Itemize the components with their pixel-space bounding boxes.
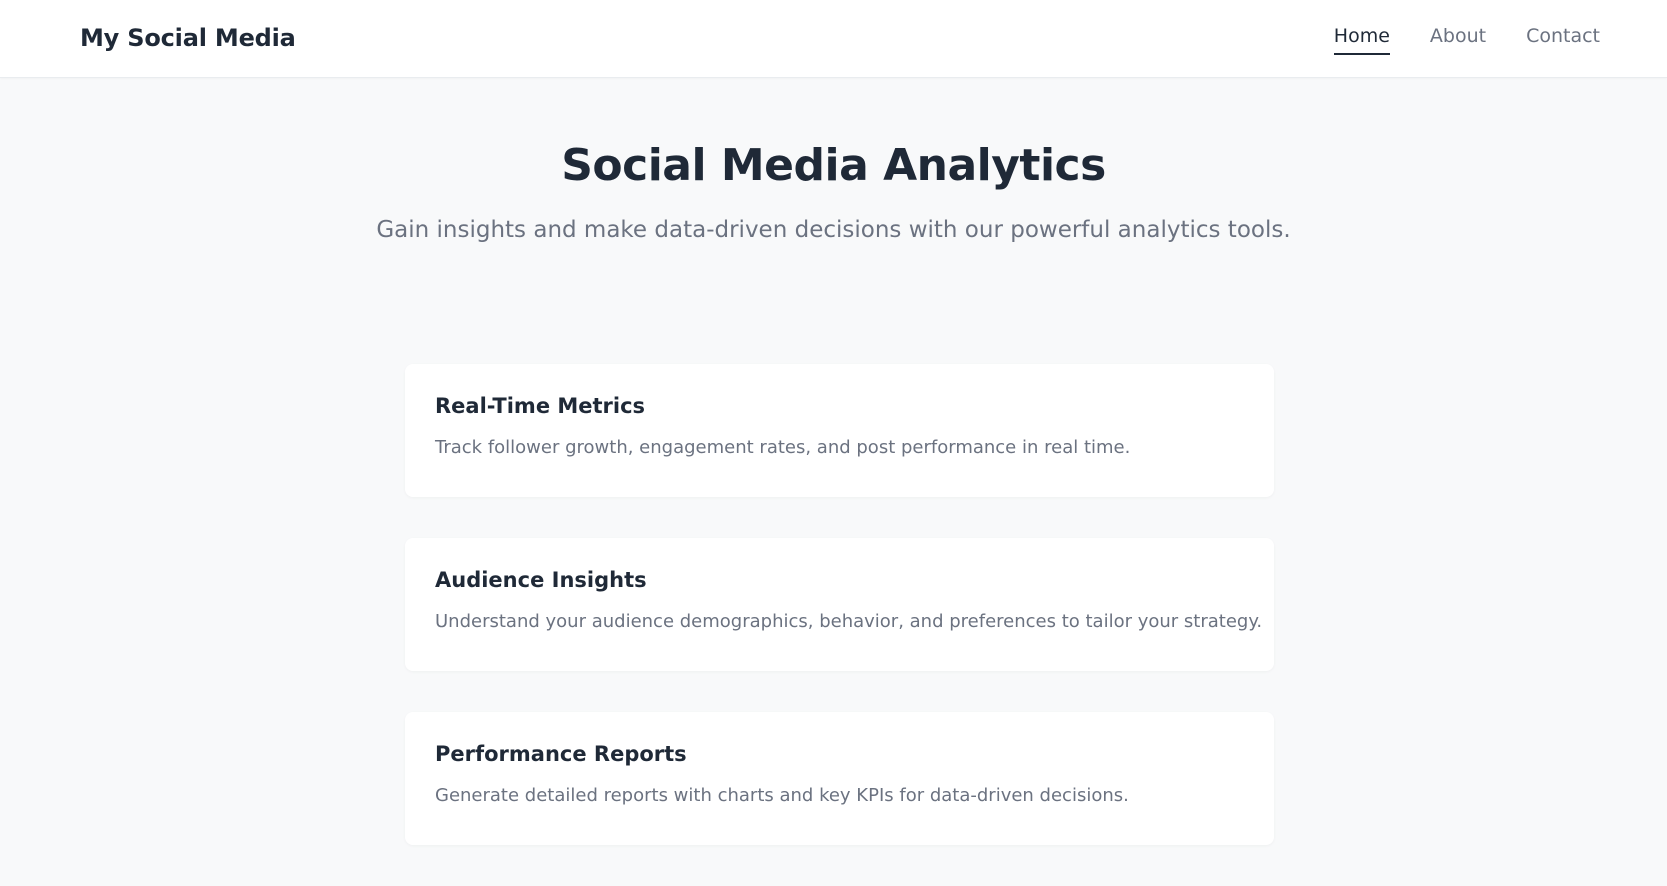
feature-card-title: Real-Time Metrics — [435, 394, 646, 418]
page-title: Social Media Analytics — [561, 140, 1106, 191]
feature-card-audience-insights: Audience Insights Understand your audien… — [405, 538, 1274, 671]
feature-card-performance-reports: Performance Reports Generate detailed re… — [405, 712, 1274, 845]
feature-card-description: Generate detailed reports with charts an… — [435, 785, 1129, 806]
brand-logo-text[interactable]: My Social Media — [80, 24, 296, 52]
hero-section: Social Media Analytics Gain insights and… — [0, 140, 1667, 243]
main-nav: Home About Contact — [1333, 26, 1600, 55]
feature-card-description: Understand your audience demographics, b… — [435, 611, 1263, 632]
feature-list: Real-Time Metrics Track follower growth,… — [405, 364, 1274, 886]
feature-card-title: Performance Reports — [435, 742, 687, 766]
nav-link-home[interactable]: Home — [1333, 26, 1390, 55]
nav-link-about[interactable]: About — [1430, 26, 1486, 55]
page-subtitle: Gain insights and make data-driven decis… — [376, 217, 1291, 243]
feature-card-description: Track follower growth, engagement rates,… — [435, 437, 1131, 458]
nav-link-contact[interactable]: Contact — [1526, 26, 1600, 55]
feature-card-title: Audience Insights — [435, 568, 647, 592]
feature-card-real-time-metrics: Real-Time Metrics Track follower growth,… — [405, 364, 1274, 497]
top-navbar: My Social Media Home About Contact — [0, 0, 1667, 78]
